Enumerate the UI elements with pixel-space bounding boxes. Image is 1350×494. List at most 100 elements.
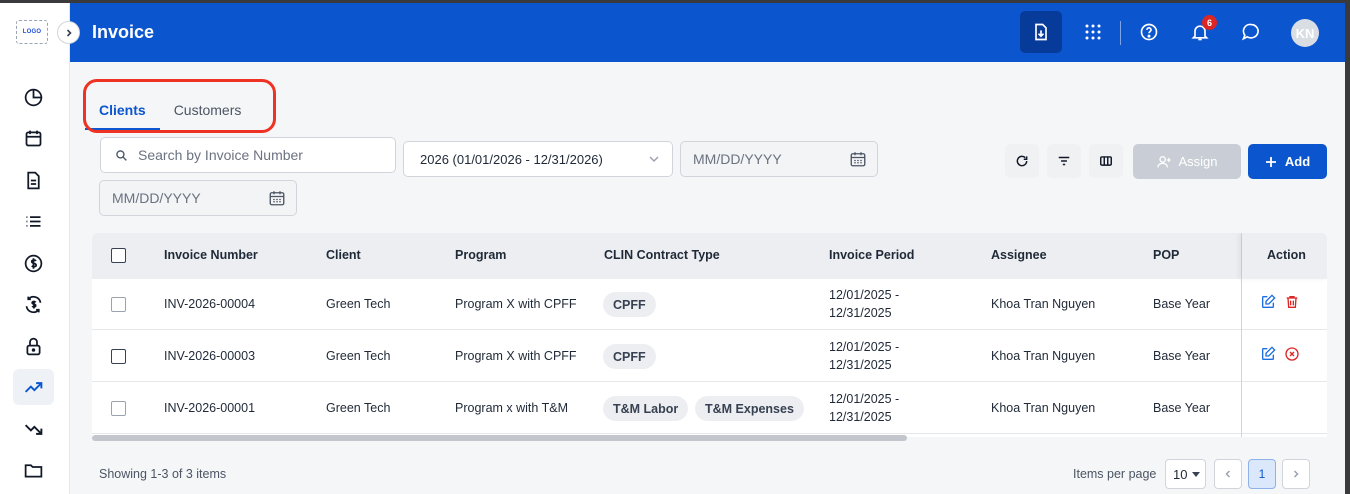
sidebar: LOGO <box>0 3 70 494</box>
trending-down-icon <box>24 423 43 435</box>
items-count: Showing 1-3 of 3 items <box>99 467 227 481</box>
select-all-checkbox[interactable] <box>111 248 126 263</box>
calendar-icon[interactable] <box>268 189 286 207</box>
lock-icon <box>26 337 41 355</box>
columns-button[interactable] <box>1089 144 1123 178</box>
client-name: Green Tech <box>326 401 391 415</box>
table-row[interactable]: INV-2026-00004 Green Tech Program X with… <box>92 279 1327 330</box>
assignee-name: Khoa Tran Nguyen <box>991 297 1096 311</box>
chevron-right-icon <box>1293 470 1299 478</box>
year-select[interactable]: 2026 (01/01/2026 - 12/31/2026) <box>403 141 673 177</box>
notifications-button[interactable]: 6 <box>1185 11 1217 53</box>
filter-icon <box>1058 156 1070 166</box>
add-user-icon <box>1157 155 1172 167</box>
date-from-field[interactable]: MM/DD/YYYY <box>680 141 878 177</box>
program-name: Program X with CPFF <box>455 349 577 363</box>
filter-button[interactable] <box>1047 144 1081 178</box>
clin-chip: T&M Expenses <box>695 396 804 421</box>
document-icon <box>27 171 40 189</box>
sidebar-item-documents[interactable] <box>13 162 54 198</box>
sidebar-item-list[interactable] <box>13 203 54 239</box>
app-window: LOGO Invoice 6 KN Clients Customers Sear… <box>0 3 1345 494</box>
program-name: Program X with CPFF <box>455 297 577 311</box>
sidebar-item-expenses[interactable] <box>13 411 54 447</box>
pop-value: Base Year <box>1153 401 1210 415</box>
tab-customers[interactable]: Customers <box>160 90 256 130</box>
header-divider <box>1120 21 1121 45</box>
column-header-client[interactable]: Client <box>326 248 361 262</box>
chevron-right-icon <box>66 28 72 37</box>
period-start: 12/01/2025 - <box>829 340 900 354</box>
column-header-assignee[interactable]: Assignee <box>991 248 1047 262</box>
sidebar-item-invoice[interactable] <box>13 369 54 405</box>
next-page-button[interactable] <box>1282 459 1310 489</box>
period-end: 12/31/2025 <box>829 410 892 424</box>
chat-icon <box>1241 23 1259 41</box>
chevron-left-icon <box>1225 470 1231 478</box>
tab-clients[interactable]: Clients <box>85 90 160 130</box>
search-icon <box>116 149 127 161</box>
date-to-placeholder: MM/DD/YYYY <box>112 190 201 206</box>
folder-icon <box>24 463 43 477</box>
help-icon <box>1140 23 1158 41</box>
date-from-placeholder: MM/DD/YYYY <box>693 151 782 167</box>
row-checkbox[interactable] <box>111 349 126 364</box>
row-checkbox[interactable] <box>111 297 126 312</box>
notification-badge: 6 <box>1202 15 1217 30</box>
calendar-icon[interactable] <box>849 150 867 168</box>
chat-button[interactable] <box>1236 11 1266 53</box>
invoice-number[interactable]: INV-2026-00001 <box>164 401 255 415</box>
refresh-button[interactable] <box>1005 144 1039 178</box>
download-button[interactable] <box>1020 11 1062 53</box>
column-header-program[interactable]: Program <box>455 248 506 262</box>
column-header-invoice-number[interactable]: Invoice Number <box>164 248 258 262</box>
table-row[interactable]: INV-2026-00003 Green Tech Program X with… <box>92 331 1327 382</box>
sidebar-item-payments[interactable] <box>13 245 54 281</box>
invoice-number[interactable]: INV-2026-00003 <box>164 349 255 363</box>
table-row[interactable]: INV-2026-00001 Green Tech Program x with… <box>92 383 1327 434</box>
year-select-value: 2026 (01/01/2026 - 12/31/2026) <box>420 151 603 167</box>
previous-page-button[interactable] <box>1214 459 1242 489</box>
clin-chip: CPFF <box>603 344 656 369</box>
edit-icon[interactable] <box>1260 294 1276 310</box>
caret-down-icon <box>1192 472 1200 477</box>
sidebar-collapse-button[interactable] <box>57 21 80 44</box>
apps-button[interactable] <box>1078 11 1108 53</box>
sidebar-item-files[interactable] <box>13 452 54 488</box>
assign-label: Assign <box>1178 154 1218 169</box>
clin-chip: T&M Labor <box>603 396 689 421</box>
page-button-current[interactable]: 1 <box>1248 459 1276 489</box>
column-header-clin[interactable]: CLIN Contract Type <box>604 248 720 262</box>
add-button[interactable]: Add <box>1248 144 1327 179</box>
user-avatar[interactable]: KN <box>1291 19 1319 47</box>
period-end: 12/31/2025 <box>829 306 892 320</box>
edit-icon[interactable] <box>1260 346 1276 362</box>
sidebar-item-transactions[interactable] <box>13 286 54 322</box>
sidebar-item-calendar[interactable] <box>13 120 54 156</box>
app-header: Invoice 6 KN <box>70 3 1345 62</box>
period-end: 12/31/2025 <box>829 358 892 372</box>
cancel-icon[interactable] <box>1284 346 1300 362</box>
dollar-sync-icon <box>25 295 42 313</box>
help-button[interactable] <box>1134 11 1164 53</box>
sidebar-item-dashboard[interactable] <box>13 79 54 115</box>
items-per-page-select[interactable]: 10 <box>1165 459 1206 489</box>
assign-button[interactable]: Assign <box>1133 144 1241 179</box>
assignee-name: Khoa Tran Nguyen <box>991 349 1096 363</box>
chevron-down-icon <box>649 156 659 163</box>
program-name: Program x with T&M <box>455 401 568 415</box>
column-header-action: Action <box>1267 248 1306 262</box>
invoice-table: Invoice Number Client Program CLIN Contr… <box>92 233 1327 437</box>
row-checkbox[interactable] <box>111 401 126 416</box>
search-placeholder: Search by Invoice Number <box>138 147 303 163</box>
column-header-invoice-period[interactable]: Invoice Period <box>829 248 914 262</box>
sidebar-item-security[interactable] <box>13 328 54 364</box>
trending-up-icon <box>24 381 43 393</box>
date-to-field[interactable]: MM/DD/YYYY <box>99 180 297 216</box>
delete-icon[interactable] <box>1284 294 1300 310</box>
invoice-number[interactable]: INV-2026-00004 <box>164 297 255 311</box>
column-header-pop[interactable]: POP <box>1153 248 1179 262</box>
client-name: Green Tech <box>326 297 391 311</box>
search-input[interactable]: Search by Invoice Number <box>100 137 396 173</box>
horizontal-scrollbar[interactable] <box>92 435 907 441</box>
